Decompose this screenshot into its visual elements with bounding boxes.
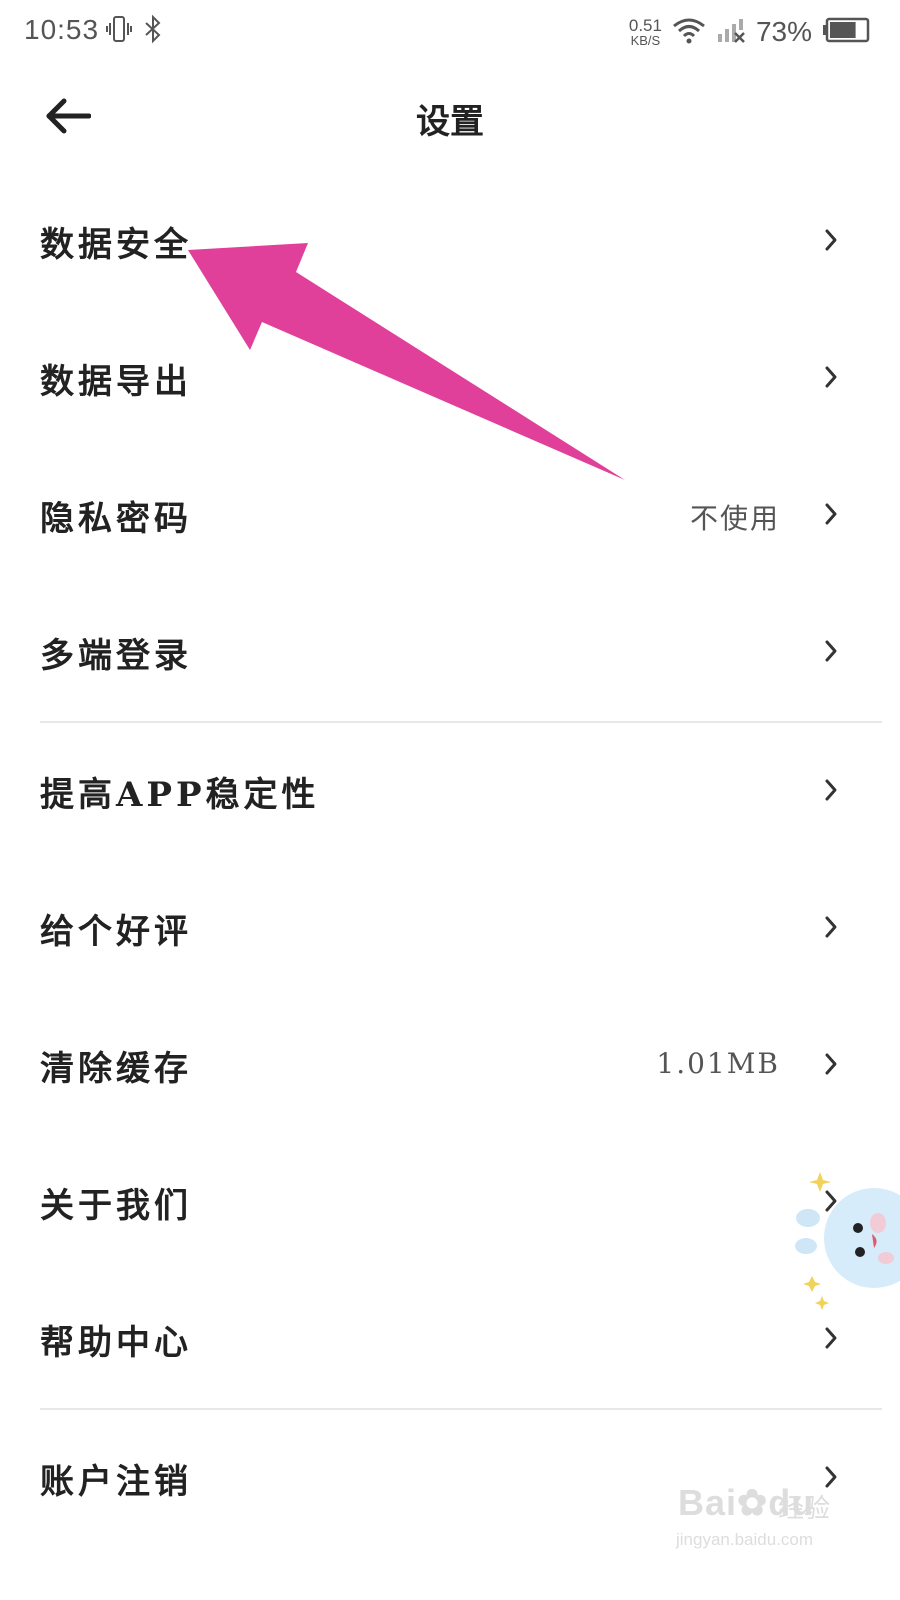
bluetooth-icon xyxy=(142,14,164,48)
header: 设置 xyxy=(0,64,900,174)
menu-item-label: 隐私密码 xyxy=(40,499,192,539)
menu-item-label: 关于我们 xyxy=(40,1186,192,1226)
menu-item-privacy-password[interactable]: 隐私密码 不使用 xyxy=(0,447,900,584)
menu-item-data-security[interactable]: 数据安全 xyxy=(0,173,900,310)
menu-item-label: 提高APP稳定性 xyxy=(40,775,320,815)
menu-item-app-stability[interactable]: 提高APP稳定性 xyxy=(0,723,900,860)
menu-item-help-center[interactable]: 帮助中心 xyxy=(0,1271,900,1408)
battery-percent: 73% xyxy=(755,16,812,47)
menu-item-rate-app[interactable]: 给个好评 xyxy=(0,860,900,997)
settings-list: 数据安全 数据导出 隐私密码 不使用 多端登录 提高APP稳定性 给个好评 清除… xyxy=(0,173,900,1547)
status-time: 10:53 xyxy=(24,14,100,45)
floating-mascot[interactable] xyxy=(790,1168,900,1318)
chevron-right-icon xyxy=(825,229,837,251)
sparkle-icon xyxy=(815,1296,829,1310)
menu-item-label: 清除缓存 xyxy=(40,1049,192,1089)
menu-item-value: 1.01MB xyxy=(656,1047,780,1080)
chevron-right-icon xyxy=(825,503,837,525)
menu-item-label: 帮助中心 xyxy=(40,1323,192,1363)
menu-item-label: 数据导出 xyxy=(40,362,192,402)
chevron-right-icon xyxy=(825,1053,837,1075)
chevron-right-icon xyxy=(825,1466,837,1488)
menu-item-delete-account[interactable]: 账户注销 xyxy=(0,1410,900,1547)
menu-item-clear-cache[interactable]: 清除缓存 1.01MB xyxy=(0,997,900,1134)
menu-item-about-us[interactable]: 关于我们 xyxy=(0,1134,900,1271)
status-left-icons xyxy=(106,14,164,48)
net-speed-unit: KB/S xyxy=(630,33,661,48)
net-speed: 0.51 KB/S xyxy=(629,17,662,47)
menu-item-label: 账户注销 xyxy=(40,1462,192,1502)
signal-no-sim-icon xyxy=(716,16,746,49)
wifi-icon xyxy=(672,16,706,49)
chevron-right-icon xyxy=(825,916,837,938)
chevron-right-icon xyxy=(825,1327,837,1349)
menu-item-value: 不使用 xyxy=(689,502,780,535)
status-right: 0.51 KB/S 73% xyxy=(629,10,870,54)
menu-item-label: 数据安全 xyxy=(40,225,192,265)
chevron-right-icon xyxy=(825,779,837,801)
page-title: 设置 xyxy=(416,102,484,142)
status-bar: 10:53 0.51 KB/S 73% xyxy=(0,0,900,64)
menu-item-label: 给个好评 xyxy=(40,912,192,952)
menu-item-label: 多端登录 xyxy=(40,636,192,676)
chevron-right-icon xyxy=(825,640,837,662)
sparkle-icon xyxy=(803,1276,821,1292)
chevron-right-icon xyxy=(825,366,837,388)
vibrate-icon xyxy=(106,14,132,48)
menu-item-multi-device-login[interactable]: 多端登录 xyxy=(0,584,900,721)
battery-icon xyxy=(822,17,870,48)
menu-item-data-export[interactable]: 数据导出 xyxy=(0,310,900,447)
net-speed-value: 0.51 xyxy=(628,16,662,35)
sparkle-icon xyxy=(809,1172,831,1192)
